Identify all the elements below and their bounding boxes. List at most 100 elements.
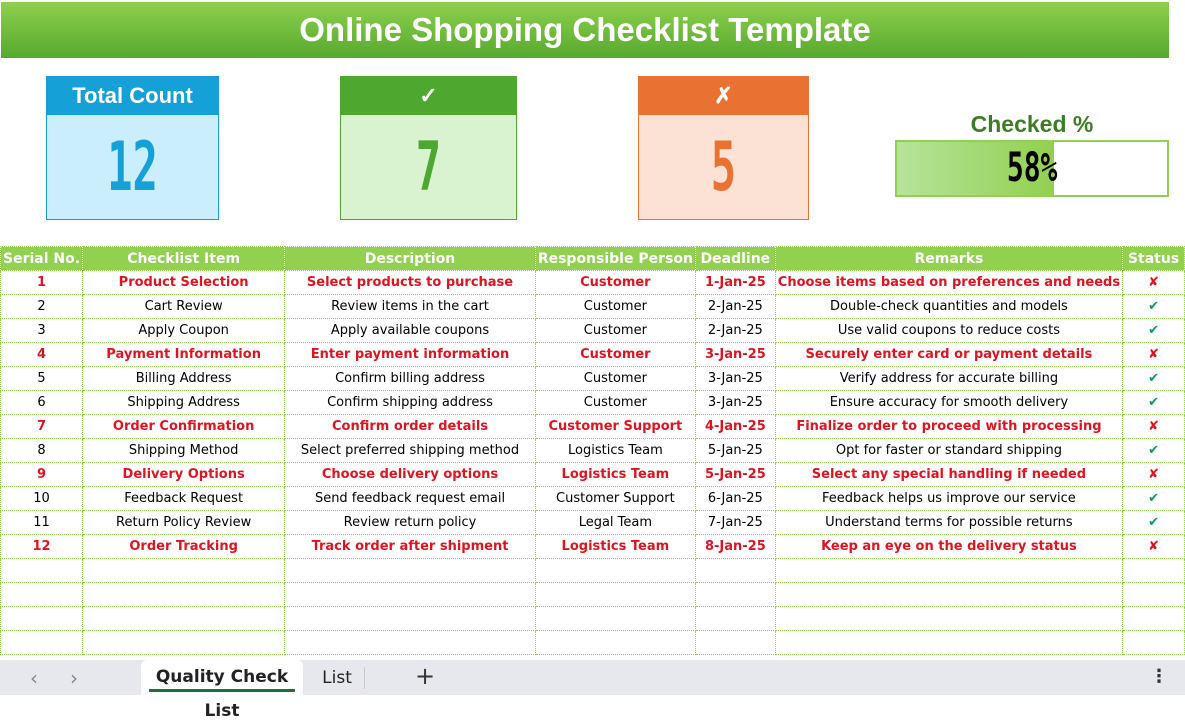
person-cell[interactable]: Customer (534, 294, 696, 319)
description-cell[interactable]: Review items in the cart (284, 294, 536, 319)
status-cell[interactable]: ✘ (1122, 414, 1185, 439)
deadline-cell[interactable]: 1-Jan-25 (694, 270, 776, 295)
description-cell[interactable]: Select products to purchase (284, 270, 536, 295)
item-cell[interactable]: Order Confirmation (82, 414, 286, 439)
item-cell[interactable]: Payment Information (82, 342, 286, 367)
empty-cell[interactable] (1122, 606, 1185, 631)
deadline-cell[interactable]: 3-Jan-25 (694, 390, 776, 415)
description-cell[interactable]: Select preferred shipping method (284, 438, 536, 463)
status-cell[interactable]: ✔ (1122, 294, 1185, 319)
empty-cell[interactable] (774, 606, 1124, 631)
add-sheet-button[interactable]: + (415, 662, 435, 690)
serial-cell[interactable]: 7 (0, 414, 84, 439)
remarks-cell[interactable]: Opt for faster or standard shipping (774, 438, 1124, 463)
status-cell[interactable]: ✔ (1122, 318, 1185, 343)
person-cell[interactable]: Customer Support (534, 414, 696, 439)
description-cell[interactable]: Apply available coupons (284, 318, 536, 343)
header-person[interactable]: Responsible Person (534, 246, 696, 271)
deadline-cell[interactable]: 2-Jan-25 (694, 294, 776, 319)
remarks-cell[interactable]: Feedback helps us improve our service (774, 486, 1124, 511)
status-cell[interactable]: ✔ (1122, 486, 1185, 511)
empty-cell[interactable] (534, 630, 696, 655)
empty-cell[interactable] (694, 630, 776, 655)
status-cell[interactable]: ✔ (1122, 510, 1185, 535)
deadline-cell[interactable]: 8-Jan-25 (694, 534, 776, 559)
person-cell[interactable]: Customer Support (534, 486, 696, 511)
status-cell[interactable]: ✔ (1122, 366, 1185, 391)
item-cell[interactable]: Product Selection (82, 270, 286, 295)
item-cell[interactable]: Billing Address (82, 366, 286, 391)
person-cell[interactable]: Logistics Team (534, 462, 696, 487)
empty-cell[interactable] (0, 606, 84, 631)
person-cell[interactable]: Customer (534, 318, 696, 343)
remarks-cell[interactable]: Choose items based on preferences and ne… (774, 270, 1124, 295)
item-cell[interactable]: Return Policy Review (82, 510, 286, 535)
deadline-cell[interactable]: 6-Jan-25 (694, 486, 776, 511)
serial-cell[interactable]: 6 (0, 390, 84, 415)
remarks-cell[interactable]: Use valid coupons to reduce costs (774, 318, 1124, 343)
deadline-cell[interactable]: 3-Jan-25 (694, 366, 776, 391)
deadline-cell[interactable]: 2-Jan-25 (694, 318, 776, 343)
serial-cell[interactable]: 12 (0, 534, 84, 559)
empty-cell[interactable] (0, 630, 84, 655)
remarks-cell[interactable]: Verify address for accurate billing (774, 366, 1124, 391)
status-cell[interactable]: ✔ (1122, 390, 1185, 415)
empty-cell[interactable] (82, 606, 286, 631)
header-remarks[interactable]: Remarks (774, 246, 1124, 271)
deadline-cell[interactable]: 5-Jan-25 (694, 462, 776, 487)
remarks-cell[interactable]: Finalize order to proceed with processin… (774, 414, 1124, 439)
empty-cell[interactable] (284, 630, 536, 655)
remarks-cell[interactable]: Understand terms for possible returns (774, 510, 1124, 535)
chevron-right-icon[interactable]: › (70, 666, 78, 690)
empty-cell[interactable] (694, 606, 776, 631)
status-cell[interactable]: ✔ (1122, 438, 1185, 463)
item-cell[interactable]: Shipping Address (82, 390, 286, 415)
description-cell[interactable]: Track order after shipment (284, 534, 536, 559)
empty-cell[interactable] (1122, 630, 1185, 655)
item-cell[interactable]: Delivery Options (82, 462, 286, 487)
serial-cell[interactable]: 1 (0, 270, 84, 295)
remarks-cell[interactable]: Select any special handling if needed (774, 462, 1124, 487)
description-cell[interactable]: Confirm order details (284, 414, 536, 439)
empty-cell[interactable] (774, 582, 1124, 607)
header-description[interactable]: Description (284, 246, 536, 271)
item-cell[interactable]: Order Tracking (82, 534, 286, 559)
deadline-cell[interactable]: 4-Jan-25 (694, 414, 776, 439)
deadline-cell[interactable]: 3-Jan-25 (694, 342, 776, 367)
deadline-cell[interactable]: 7-Jan-25 (694, 510, 776, 535)
status-cell[interactable]: ✘ (1122, 270, 1185, 295)
remarks-cell[interactable]: Keep an eye on the delivery status (774, 534, 1124, 559)
person-cell[interactable]: Customer (534, 366, 696, 391)
empty-cell[interactable] (0, 582, 84, 607)
empty-cell[interactable] (284, 606, 536, 631)
person-cell[interactable]: Logistics Team (534, 534, 696, 559)
header-item[interactable]: Checklist Item (82, 246, 286, 271)
tab-quality-check-list[interactable]: Quality Check List (141, 660, 303, 721)
person-cell[interactable]: Customer (534, 270, 696, 295)
serial-cell[interactable]: 8 (0, 438, 84, 463)
empty-cell[interactable] (774, 630, 1124, 655)
empty-cell[interactable] (694, 558, 776, 583)
serial-cell[interactable]: 5 (0, 366, 84, 391)
remarks-cell[interactable]: Securely enter card or payment details (774, 342, 1124, 367)
description-cell[interactable]: Enter payment information (284, 342, 536, 367)
empty-cell[interactable] (534, 606, 696, 631)
description-cell[interactable]: Review return policy (284, 510, 536, 535)
more-options-icon[interactable]: ⋮ (1150, 666, 1168, 687)
header-status[interactable]: Status (1122, 246, 1185, 271)
status-cell[interactable]: ✘ (1122, 462, 1185, 487)
header-serial[interactable]: Serial No. (0, 246, 84, 271)
remarks-cell[interactable]: Ensure accuracy for smooth delivery (774, 390, 1124, 415)
empty-cell[interactable] (284, 558, 536, 583)
remarks-cell[interactable]: Double-check quantities and models (774, 294, 1124, 319)
description-cell[interactable]: Choose delivery options (284, 462, 536, 487)
serial-cell[interactable]: 9 (0, 462, 84, 487)
header-deadline[interactable]: Deadline (694, 246, 776, 271)
description-cell[interactable]: Confirm billing address (284, 366, 536, 391)
empty-cell[interactable] (1122, 558, 1185, 583)
empty-cell[interactable] (774, 558, 1124, 583)
status-cell[interactable]: ✘ (1122, 534, 1185, 559)
serial-cell[interactable]: 2 (0, 294, 84, 319)
serial-cell[interactable]: 3 (0, 318, 84, 343)
item-cell[interactable]: Feedback Request (82, 486, 286, 511)
